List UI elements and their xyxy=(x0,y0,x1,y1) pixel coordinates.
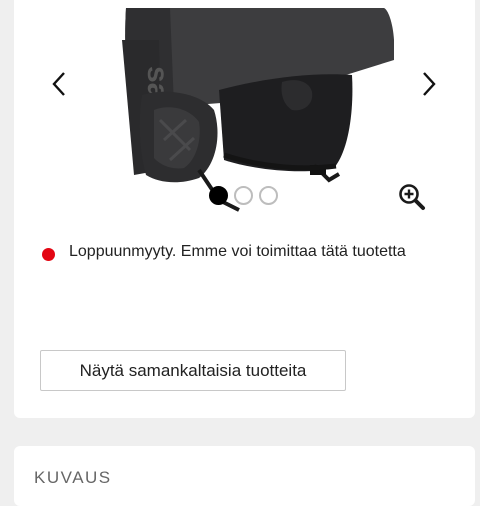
prev-image-button[interactable] xyxy=(44,64,74,104)
zoom-button[interactable] xyxy=(397,182,427,212)
description-card: KUVAUS xyxy=(14,446,475,506)
product-image-carousel[interactable]: sal xyxy=(14,0,475,217)
carousel-dot-2[interactable] xyxy=(234,186,253,205)
stock-status-text: Loppuunmyyty. Emme voi toimittaa tätä tu… xyxy=(69,243,406,260)
description-title[interactable]: KUVAUS xyxy=(34,468,112,488)
carousel-dot-3[interactable] xyxy=(259,186,278,205)
carousel-dot-1[interactable] xyxy=(209,186,228,205)
show-similar-products-button[interactable]: Näytä samankaltaisia tuotteita xyxy=(40,350,346,391)
product-image: sal xyxy=(122,8,394,212)
chevron-right-icon xyxy=(423,72,436,96)
chevron-left-icon xyxy=(52,72,65,96)
next-image-button[interactable] xyxy=(414,64,444,104)
product-card: sal Loppuunmyyty. Emme voi toimittaa tät… xyxy=(14,0,475,418)
zoom-in-icon xyxy=(399,184,425,210)
carousel-indicators xyxy=(209,186,284,205)
